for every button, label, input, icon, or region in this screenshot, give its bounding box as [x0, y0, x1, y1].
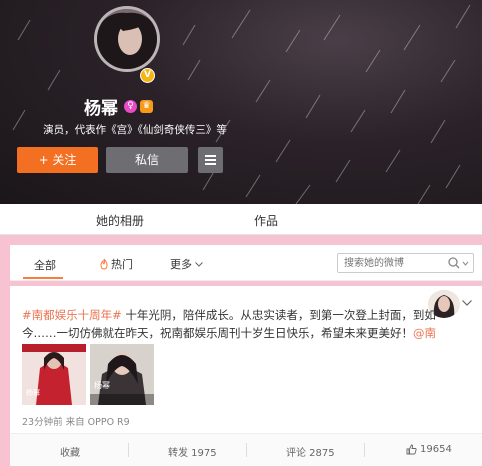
profile-name: 杨幂 [84, 99, 118, 119]
follow-button[interactable]: + 关注 [17, 147, 98, 173]
search-icon[interactable] [448, 257, 470, 270]
divider [128, 443, 129, 457]
thumbs-up-icon [406, 444, 417, 455]
profile-cover: V 杨幂 ♀ ♛ 演员，代表作《宫》《仙剑奇侠传三》等 + 关注 私信 [0, 0, 482, 204]
female-icon: ♀ [124, 100, 137, 113]
profile-tabs: 她的相册 作品 [0, 204, 482, 235]
flame-icon [100, 258, 108, 270]
cover-background [12, 4, 471, 204]
filter-hot[interactable]: 热门 [99, 256, 133, 272]
post-hashtag[interactable]: #南都娱乐十周年# [22, 308, 122, 322]
comment-button[interactable]: 评论 2875 [286, 444, 335, 459]
vip-crown-icon[interactable]: ♛ [140, 100, 153, 113]
post-image-2-caption: 杨幂 [94, 381, 110, 390]
filter-all[interactable]: 全部 [34, 257, 56, 273]
feed-post: #南都娱乐十周年# 十年光阴，陪伴成长。从忠实读者，到第一次登上封面，到如今……… [10, 286, 482, 466]
filter-more-label: 更多 [170, 258, 192, 271]
feed-filter-bar: 全部 热门 更多 [10, 245, 482, 281]
divider [364, 443, 365, 457]
message-button[interactable]: 私信 [106, 147, 188, 173]
divider [246, 443, 247, 457]
search-input[interactable] [344, 256, 444, 270]
profile-bio: 演员，代表作《宫》《仙剑奇侠传三》等 [43, 124, 227, 136]
filter-active-indicator [23, 277, 63, 279]
favorite-button[interactable]: 收藏 [60, 444, 80, 459]
tab-album[interactable]: 她的相册 [96, 212, 144, 229]
post-action-bar: 收藏 转发 1975 评论 2875 19654 [10, 433, 482, 466]
search-box[interactable] [337, 253, 474, 273]
chevron-down-icon [195, 261, 203, 267]
post-image-1[interactable]: 杨幂 [22, 344, 86, 405]
filter-more[interactable]: 更多 [170, 256, 203, 272]
post-menu-chevron-icon[interactable] [462, 300, 472, 306]
like-button[interactable]: 19654 [406, 444, 452, 455]
tab-works[interactable]: 作品 [254, 212, 278, 229]
like-count: 19654 [420, 444, 452, 455]
post-image-2[interactable]: 杨幂 [90, 344, 154, 405]
post-image-1-caption: 杨幂 [26, 389, 40, 397]
post-meta: 23分钟前 来自 OPPO R9 [22, 417, 130, 428]
repost-button[interactable]: 转发 1975 [168, 444, 217, 459]
filter-hot-label: 热门 [111, 258, 133, 271]
more-menu-icon[interactable] [198, 147, 223, 173]
profile-avatar[interactable] [94, 6, 160, 72]
verified-badge-icon: V [140, 68, 155, 83]
